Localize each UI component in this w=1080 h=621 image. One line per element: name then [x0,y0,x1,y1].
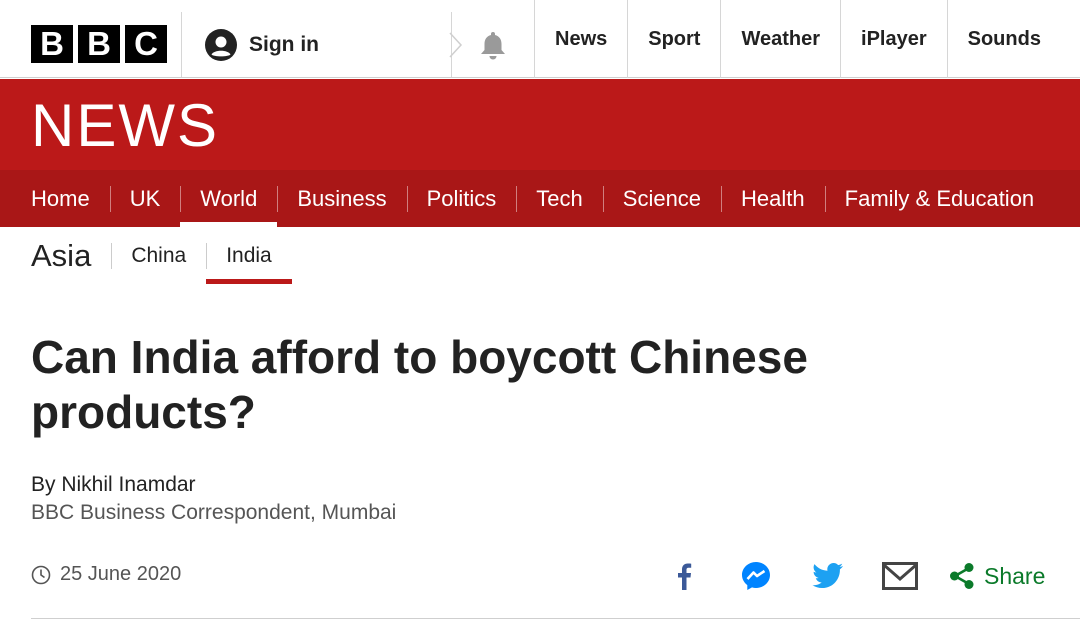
share-button[interactable]: Share [948,562,1045,590]
byline-role: BBC Business Correspondent, Mumbai [31,501,397,524]
byline-author: By Nikhil Inamdar [31,473,196,496]
section-nav-home[interactable]: Home [0,170,110,227]
clock-icon [31,565,51,584]
chevron-right-icon [449,32,463,58]
global-nav-weather[interactable]: Weather [720,0,840,78]
divider [31,618,1080,619]
section-nav-health[interactable]: Health [721,170,825,227]
sub-nav-china[interactable]: China [111,227,206,285]
notifications-bell-button[interactable] [474,28,512,62]
section-nav-science[interactable]: Science [602,170,721,227]
bell-icon [481,32,505,60]
global-nav: News Sport Weather iPlayer Sounds [534,0,1061,78]
section-nav-family-education[interactable]: Family & Education [824,170,1055,227]
share-tools: Share [660,556,1045,596]
share-email-button[interactable] [876,556,924,596]
section-nav-uk[interactable]: UK [109,170,181,227]
share-label: Share [984,562,1046,589]
bbc-logo-block: B [78,25,120,63]
share-facebook-button[interactable] [660,556,708,596]
section-nav: Home UK World Business Politics Tech Sci… [0,170,1080,227]
bbc-logo-block: B [31,25,73,63]
section-nav-politics[interactable]: Politics [406,170,517,227]
sub-nav: Asia China India [0,227,1080,285]
section-nav-business[interactable]: Business [277,170,406,227]
news-wordmark[interactable]: NEWS [31,91,219,161]
user-icon [205,29,237,61]
bbc-logo[interactable]: B B C [31,25,167,63]
global-nav-sounds[interactable]: Sounds [946,0,1061,78]
global-nav-sport[interactable]: Sport [627,0,720,78]
article-date: 25 June 2020 [31,563,181,586]
sign-in-label: Sign in [249,33,319,56]
share-twitter-button[interactable] [804,556,852,596]
share-icon [950,563,974,589]
email-icon [882,562,918,590]
section-nav-world[interactable]: World [180,170,278,227]
global-nav-iplayer[interactable]: iPlayer [840,0,947,78]
news-masthead: NEWS [0,79,1080,170]
global-header: B B C Sign in News Sport Weather iPlayer… [0,0,1080,78]
section-nav-tech[interactable]: Tech [516,170,602,227]
header-divider [181,12,182,77]
twitter-icon [812,563,843,588]
sign-in-button[interactable]: Sign in [205,29,319,61]
article-date-text: 25 June 2020 [60,563,182,585]
sub-nav-section-title[interactable]: Asia [31,238,91,274]
facebook-icon [678,563,692,590]
global-nav-news[interactable]: News [534,0,627,78]
share-messenger-button[interactable] [732,556,780,596]
messenger-icon [742,562,770,590]
sub-nav-india[interactable]: India [206,227,292,285]
article-headline: Can India afford to boycott Chinese prod… [31,331,808,438]
bbc-logo-block: C [125,25,167,63]
